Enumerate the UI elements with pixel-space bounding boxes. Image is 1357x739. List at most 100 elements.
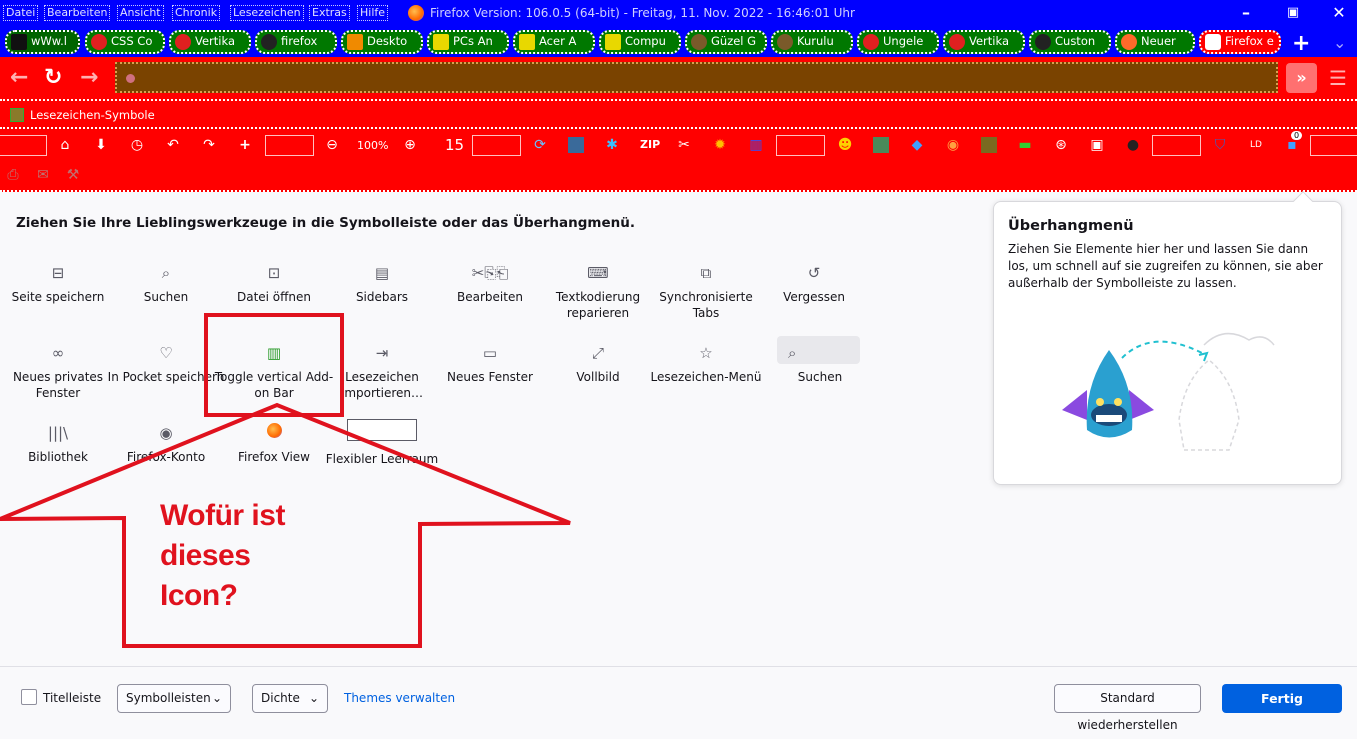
palette-item-search-field[interactable]: ⌕ Suchen xyxy=(760,343,880,385)
shield-icon[interactable]: ⛉ xyxy=(1212,137,1228,153)
palette-item-edit[interactable]: ✂⎘⎗ Bearbeiten xyxy=(430,263,550,305)
density-dropdown[interactable]: Dichte ⌄ xyxy=(252,684,328,713)
zoom-level[interactable]: 100% xyxy=(357,139,388,152)
puzzle-icon[interactable]: ✱ xyxy=(604,137,620,153)
redo-icon[interactable]: ↷ xyxy=(201,137,217,153)
sync-icon[interactable]: ⟳ xyxy=(532,137,548,153)
titlebar-checkbox[interactable] xyxy=(21,689,37,705)
palette-item-synced-tabs[interactable]: ⧉ Synchronisierte Tabs xyxy=(646,263,766,321)
screenshot-icon[interactable] xyxy=(568,137,584,153)
bookmarks-label[interactable]: Lesezeichen-Symbole xyxy=(30,108,155,122)
bookmarks-menu-icon: ☆ xyxy=(699,344,713,362)
play-circle-icon[interactable]: ◉ xyxy=(945,137,961,153)
tab-3[interactable]: Vertika xyxy=(169,30,251,54)
reload-icon[interactable]: ↻ xyxy=(44,65,62,90)
minimize-icon[interactable]: – xyxy=(1236,3,1256,23)
toolbars-dropdown-label: Symbolleisten xyxy=(126,691,211,705)
equalizer-icon[interactable]: ▥ xyxy=(748,137,764,153)
diamond-icon[interactable]: ◆ xyxy=(909,137,925,153)
tab-label: Firefox e xyxy=(1225,34,1274,48)
menu-lesezeichen[interactable]: Lesezeichen xyxy=(230,5,304,21)
tab-15-active[interactable]: Firefox e xyxy=(1199,30,1281,54)
forward-icon[interactable]: → xyxy=(80,65,98,90)
tab-label: wWw.l xyxy=(31,34,67,48)
tab-label: firefox xyxy=(281,34,318,48)
back-icon[interactable]: ← xyxy=(10,65,28,90)
globe-icon[interactable]: ⊛ xyxy=(1053,137,1069,153)
toolbar-field[interactable] xyxy=(0,135,47,156)
email-icon[interactable]: ✉ xyxy=(35,167,51,183)
zoom-in-icon[interactable]: ⊕ xyxy=(402,137,418,153)
palette-item-save-page[interactable]: ⊟ Seite speichern xyxy=(0,263,118,305)
menu-bearbeiten[interactable]: Bearbeiten xyxy=(44,5,111,21)
close-icon[interactable]: ✕ xyxy=(1329,3,1349,23)
palette-item-open-file[interactable]: ⊡ Datei öffnen xyxy=(214,263,334,305)
settings-gear-icon[interactable]: ✹ xyxy=(712,137,728,153)
tab-4[interactable]: firefox xyxy=(255,30,337,54)
folder-icon[interactable]: ▬ xyxy=(1017,137,1033,153)
palette-item-sidebars[interactable]: ▤ Sidebars xyxy=(322,263,442,305)
map-icon[interactable] xyxy=(981,137,997,153)
menu-ansicht[interactable]: Ansicht xyxy=(117,5,164,21)
overflow-chevron-icon[interactable]: » xyxy=(1286,63,1317,93)
tab-8[interactable]: Compu xyxy=(599,30,681,54)
tab-12[interactable]: Vertika xyxy=(943,30,1025,54)
image-icon[interactable] xyxy=(873,137,889,153)
bomb-icon[interactable]: ● xyxy=(1125,137,1141,153)
tab-13[interactable]: Custon xyxy=(1029,30,1111,54)
tab-14[interactable]: Neuer xyxy=(1115,30,1195,54)
tab-11[interactable]: Ungele xyxy=(857,30,939,54)
menu-datei[interactable]: Datei xyxy=(3,5,39,21)
tab-favicon-icon xyxy=(175,34,191,50)
toolbar-field[interactable] xyxy=(1310,135,1357,156)
download-icon[interactable]: ⬇ xyxy=(93,137,109,153)
palette-item-forget[interactable]: ↺ Vergessen xyxy=(754,263,874,305)
navigation-bar: ← ↻ → » ☰ xyxy=(0,57,1357,99)
firefox-icon xyxy=(1121,34,1137,50)
app-menu-icon[interactable]: ☰ xyxy=(1329,66,1347,90)
undo-icon[interactable]: ↶ xyxy=(165,137,181,153)
zoom-out-icon[interactable]: ⊖ xyxy=(324,137,340,153)
add-icon[interactable]: + xyxy=(237,137,253,153)
menu-extras[interactable]: Extras xyxy=(309,5,350,21)
print-icon[interactable]: ⎙ xyxy=(5,167,21,183)
toolbars-dropdown[interactable]: Symbolleisten ⌄ xyxy=(117,684,231,713)
wrench-icon[interactable]: ⚒ xyxy=(65,167,81,183)
url-bar[interactable] xyxy=(115,62,1278,93)
home-icon[interactable]: ⌂ xyxy=(57,137,73,153)
overflow-panel: Überhangmenü Ziehen Sie Elemente hier he… xyxy=(993,191,1342,485)
extension-icon[interactable]: LD xyxy=(1248,137,1264,153)
palette-item-search[interactable]: ⌕ Suchen xyxy=(106,263,226,305)
tab-10[interactable]: Kurulu xyxy=(771,30,853,54)
tab-6[interactable]: PCs An xyxy=(427,30,509,54)
toolbar-field[interactable] xyxy=(472,135,521,156)
emoji-icon[interactable]: ☻ xyxy=(837,137,853,153)
tab-2[interactable]: CSS Co xyxy=(85,30,165,54)
palette-item-label: Synchronisierte Tabs xyxy=(659,290,753,320)
toolbar-field[interactable] xyxy=(265,135,314,156)
floppy-icon[interactable]: ▣ xyxy=(1089,137,1105,153)
done-button[interactable]: Fertig xyxy=(1222,684,1342,713)
maximize-icon[interactable]: ▣ xyxy=(1283,3,1303,23)
tab-5[interactable]: Deskto xyxy=(341,30,423,54)
tab-1[interactable]: wWw.l xyxy=(5,30,80,54)
zip-icon[interactable]: ZIP xyxy=(640,137,660,153)
manage-themes-link[interactable]: Themes verwalten xyxy=(344,691,455,705)
tab-label: Ungele xyxy=(883,34,924,48)
palette-item-bookmarks-menu[interactable]: ☆ Lesezeichen-Menü xyxy=(646,343,766,385)
new-tab-icon[interactable]: + xyxy=(1292,31,1310,56)
tabs-count[interactable]: 15 xyxy=(445,136,464,154)
restore-defaults-button[interactable]: Standard wiederherstellen xyxy=(1054,684,1201,732)
menu-hilfe[interactable]: Hilfe xyxy=(357,5,389,21)
tab-9[interactable]: Güzel G xyxy=(685,30,767,54)
menu-chronik[interactable]: Chronik xyxy=(172,5,221,21)
arrow-outline xyxy=(0,402,571,648)
history-icon[interactable]: ◷ xyxy=(129,137,145,153)
tab-favicon-icon xyxy=(433,34,449,50)
tools-icon[interactable]: ✂ xyxy=(676,137,692,153)
customize-footer: Titelleiste Symbolleisten ⌄ Dichte ⌄ Theme… xyxy=(0,666,1357,732)
tab-7[interactable]: Acer A xyxy=(513,30,595,54)
toolbar-field[interactable] xyxy=(776,135,825,156)
toolbar-field[interactable] xyxy=(1152,135,1201,156)
tab-list-icon[interactable]: ⌄ xyxy=(1333,33,1346,52)
